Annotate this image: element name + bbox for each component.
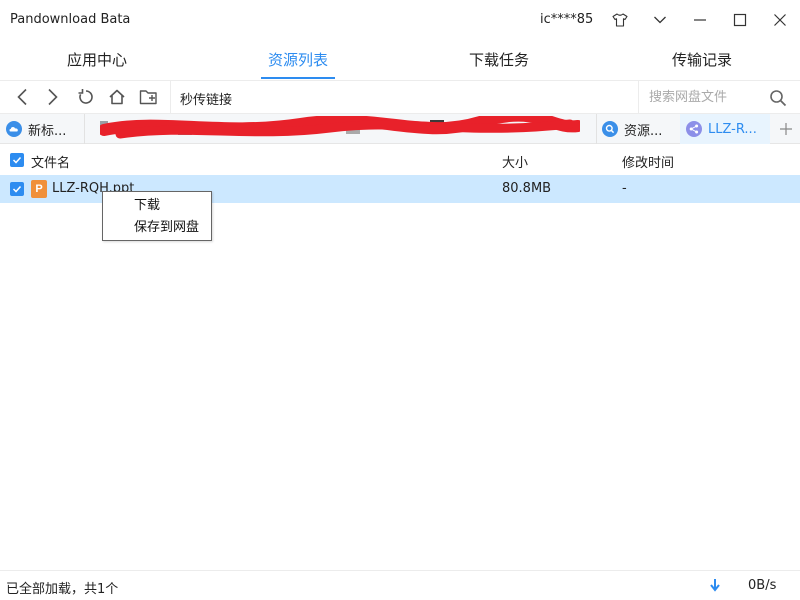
search-icon [602,121,618,137]
redacted-tabs [94,109,584,142]
cloud-icon [6,121,22,137]
search-button[interactable] [767,87,789,109]
skin-button[interactable] [607,8,633,32]
search-input[interactable] [639,81,763,113]
tab-download-tasks[interactable]: 下载任务 [434,40,564,80]
main-tabs: 应用中心 资源列表 下载任务 传输记录 [0,40,800,80]
check-icon [12,156,22,164]
search-icon [770,90,787,107]
add-tab-button[interactable] [772,114,800,144]
menu-item-download[interactable]: 下载 [103,195,211,217]
refresh-button[interactable] [74,85,98,109]
minimize-icon [694,19,706,21]
ppt-file-icon: P [31,180,47,198]
column-header-size[interactable]: 大小 [502,152,528,171]
instant-link-button[interactable]: 秒传链接 [180,89,232,108]
chevron-down-icon [654,16,666,24]
row-checkbox[interactable] [10,182,24,196]
toolbar: 秒传链接 [0,80,800,114]
select-all-checkbox[interactable] [10,153,24,167]
close-icon [774,14,786,26]
context-menu: 下载 保存到网盘 [102,191,212,241]
refresh-icon [78,89,93,104]
file-size: 80.8MB [502,181,552,196]
app-window: Pandownload Bata ic****85 应用中心 资源列表 下载任务… [0,0,800,600]
chevron-right-icon [48,88,58,106]
download-speed: 0B/s [748,578,777,593]
file-modified: - [622,181,627,196]
toolbar-divider [170,81,171,113]
resource-tab-label: LLZ-R... [708,121,757,137]
chevron-left-icon [17,88,27,106]
close-button[interactable] [767,8,793,32]
resource-tab-search[interactable]: 资源... [602,114,680,144]
minimize-button[interactable] [687,8,713,32]
share-icon [686,121,702,137]
resource-tab-active[interactable]: LLZ-R... [680,114,770,144]
app-title: Pandownload Bata [10,12,131,27]
tab-divider [596,114,597,144]
status-text: 已全部加载，共1个 [6,582,119,597]
download-arrow-icon [708,577,722,593]
back-button[interactable] [10,85,34,109]
home-icon [109,89,125,105]
forward-button[interactable] [41,85,65,109]
home-button[interactable] [105,85,129,109]
search-box [638,81,800,113]
tab-transfer-records[interactable]: 传输记录 [637,40,767,80]
new-folder-icon [139,90,157,105]
shirt-icon [612,13,628,27]
maximize-button[interactable] [727,8,753,32]
new-folder-button[interactable] [137,85,161,109]
menu-item-save-to-disk[interactable]: 保存到网盘 [103,217,211,239]
list-header: 文件名 大小 修改时间 [0,145,800,175]
resource-tab-label: 资源... [624,123,663,139]
tab-app-center[interactable]: 应用中心 [32,40,162,80]
column-header-modified[interactable]: 修改时间 [622,152,674,171]
check-icon [12,185,22,193]
title-bar: Pandownload Bata ic****85 [0,0,800,40]
tab-resource-list[interactable]: 资源列表 [233,40,363,80]
plus-icon [780,123,792,135]
user-name[interactable]: ic****85 [540,12,593,27]
resource-tab-new[interactable]: 新标... [6,114,84,144]
menu-dropdown-button[interactable] [647,8,673,32]
tab-divider [84,114,85,144]
column-header-name[interactable]: 文件名 [31,152,70,171]
status-bar: 已全部加载，共1个 0B/s [0,570,800,600]
maximize-icon [733,13,747,27]
resource-tab-label: 新标... [28,123,67,139]
